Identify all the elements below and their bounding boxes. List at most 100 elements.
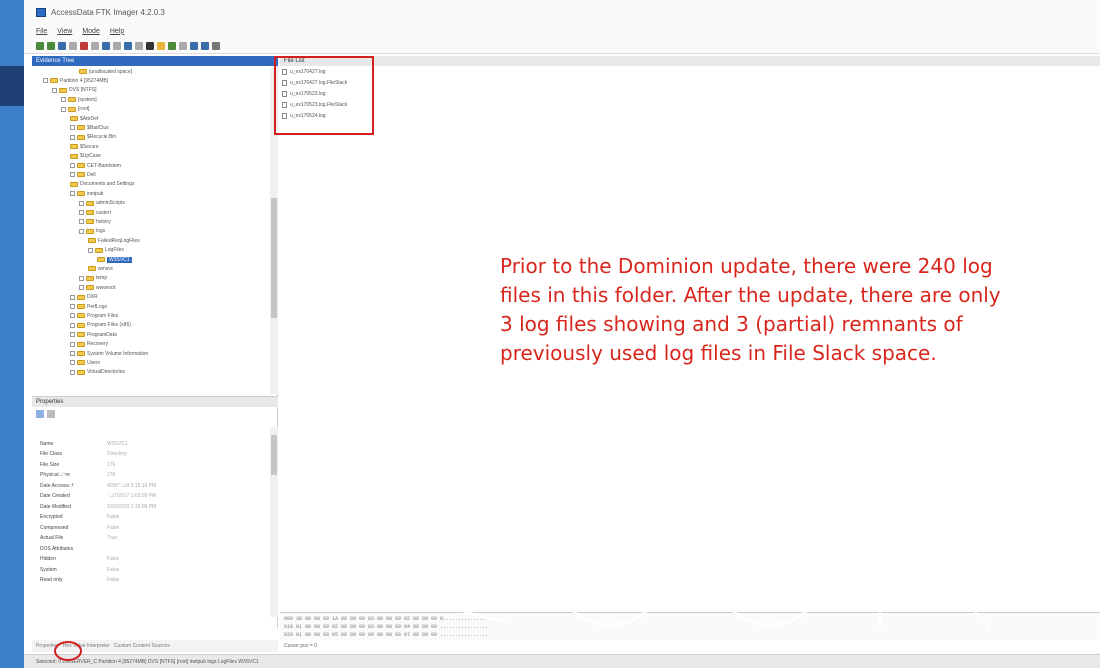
export-hash-list-icon[interactable] [179, 41, 187, 50]
expand-toggle-icon[interactable] [70, 313, 75, 319]
tree-node[interactable]: PerfLogs [70, 303, 107, 310]
tree-node[interactable]: FailedReqLogFiles [88, 237, 140, 244]
property-row[interactable]: Encrypted False [32, 513, 268, 522]
tree-node[interactable]: $AttrDef [70, 115, 98, 122]
expand-toggle-icon[interactable] [70, 125, 75, 131]
menu-mode[interactable]: Mode [82, 28, 100, 35]
property-row[interactable]: Name W3SVC1 [32, 439, 268, 448]
create-image-icon[interactable] [91, 41, 99, 50]
properties-scrollbar[interactable] [270, 427, 278, 617]
image-mounting-icon[interactable] [58, 41, 66, 50]
expand-toggle-icon[interactable] [79, 228, 84, 234]
property-row[interactable]: Physical Size 176 [32, 471, 268, 480]
expand-toggle-icon[interactable] [52, 87, 57, 93]
tree-node[interactable]: Partition 4 [95274MB] [43, 77, 108, 84]
expand-toggle-icon[interactable] [79, 210, 84, 215]
expand-toggle-icon[interactable] [70, 351, 75, 356]
expand-toggle-icon[interactable] [70, 341, 75, 347]
add-evidence-icon[interactable] [36, 41, 44, 50]
filter-icon[interactable] [212, 41, 220, 50]
tree-node[interactable]: history [79, 218, 111, 225]
export-logical-image-icon[interactable] [113, 41, 121, 50]
tree-node[interactable]: $Secure [70, 143, 99, 150]
expand-toggle-icon[interactable] [70, 191, 75, 197]
tree-node[interactable]: [unallocated space] [79, 68, 132, 75]
add-all-evidence-icon[interactable] [47, 41, 55, 50]
property-row[interactable]: DOS Attributes [32, 544, 268, 553]
export-disk-image-icon[interactable] [102, 41, 110, 50]
remove-evidence-icon[interactable] [69, 41, 77, 50]
expand-toggle-icon[interactable] [70, 304, 75, 309]
tree-node[interactable]: custerr [79, 209, 111, 216]
export-files-icon[interactable] [168, 41, 176, 50]
expand-toggle-icon[interactable] [61, 106, 66, 112]
expand-toggle-icon[interactable] [79, 219, 84, 225]
capture-memory-icon[interactable] [124, 41, 132, 50]
folder-icon [88, 266, 96, 272]
expand-toggle-icon[interactable] [79, 200, 84, 206]
property-row[interactable]: Hidden False [32, 555, 268, 564]
tree-node[interactable]: Recovery [70, 341, 108, 348]
tree-node[interactable]: Program Files (x86) [70, 322, 131, 329]
scrollbar-thumb[interactable] [271, 198, 277, 318]
tree-node[interactable]: logs [79, 228, 105, 235]
help-icon[interactable] [157, 41, 165, 50]
tree-node[interactable]: [system] [61, 96, 97, 103]
expand-toggle-icon[interactable] [70, 322, 75, 328]
remove-all-evidence-icon[interactable] [80, 41, 88, 50]
tree-node[interactable]: ProgramData [70, 331, 117, 338]
expand-toggle-icon[interactable] [70, 163, 75, 168]
expand-toggle-icon[interactable] [70, 134, 75, 140]
property-row[interactable]: Date Modified 1/20/2020 1:10:08 PM [32, 502, 268, 511]
expand-toggle-icon[interactable] [43, 78, 48, 84]
tree-node[interactable]: wwwroot [79, 284, 115, 291]
expand-toggle-icon[interactable] [70, 294, 75, 300]
categorized-icon[interactable] [36, 410, 44, 418]
expand-toggle-icon[interactable] [79, 275, 84, 281]
tree-node[interactable]: W3SVC1 [97, 256, 132, 263]
tree-node[interactable]: Users [70, 359, 100, 366]
tree-node[interactable]: System Volume Information [70, 350, 148, 357]
tree-node[interactable]: Documents and Settings [70, 181, 134, 188]
property-row[interactable]: System False [32, 565, 268, 574]
property-row[interactable]: Read only False [32, 576, 268, 585]
property-row[interactable]: File Class Directory [32, 450, 268, 459]
tab-custom-content-sources[interactable]: Custom Content Sources [114, 643, 170, 649]
tree-node[interactable]: wmsvc [88, 265, 113, 272]
tree-node[interactable]: [root] [61, 106, 89, 113]
menu-file[interactable]: File [36, 28, 47, 35]
expand-toggle-icon[interactable] [70, 332, 75, 338]
expand-toggle-icon[interactable] [61, 97, 66, 103]
tree-node[interactable]: VirtualDirectories [70, 369, 125, 376]
property-row[interactable]: Compressed False [32, 523, 268, 532]
detect-encryption-icon[interactable] [146, 41, 154, 50]
tree-node[interactable]: CET-Bandstem [70, 162, 121, 169]
menu-help[interactable]: Help [110, 28, 124, 35]
hex-view-icon[interactable] [190, 41, 198, 50]
property-row[interactable]: Date Created 4/27/2017 1:03:09 PM [32, 492, 268, 501]
expand-toggle-icon[interactable] [70, 172, 75, 178]
expand-toggle-icon[interactable] [70, 360, 75, 366]
obtain-protected-files-icon[interactable] [135, 41, 143, 50]
expand-toggle-icon[interactable] [70, 369, 75, 375]
tree-node[interactable]: Program Files [70, 312, 118, 319]
tree-node[interactable]: LogFiles [88, 247, 124, 254]
text-view-icon[interactable] [201, 41, 209, 50]
expand-toggle-icon[interactable] [88, 247, 93, 253]
tree-node[interactable]: DXR [70, 294, 98, 301]
tree-node[interactable]: adminScripts [79, 200, 125, 207]
tree-node[interactable]: inetpub [70, 190, 103, 197]
property-row[interactable]: File Size 176 [32, 460, 268, 469]
scrollbar-thumb[interactable] [271, 435, 277, 475]
menu-view[interactable]: View [57, 28, 72, 35]
tree-node[interactable]: temp [79, 275, 107, 282]
expand-toggle-icon[interactable] [79, 285, 84, 291]
property-row[interactable]: Date Accessed 4/29/2019 3:15:10 PM [32, 481, 268, 490]
alphabetical-icon[interactable] [47, 410, 55, 418]
tree-node[interactable]: $BadClus [70, 124, 109, 131]
tree-node[interactable]: Dell [70, 171, 96, 178]
property-row[interactable]: Actual File True [32, 534, 268, 543]
tree-node[interactable]: DVS [NTFS] [52, 87, 97, 94]
tree-node[interactable]: $Recycle.Bin [70, 134, 116, 141]
tree-node[interactable]: $UpCase [70, 153, 101, 160]
